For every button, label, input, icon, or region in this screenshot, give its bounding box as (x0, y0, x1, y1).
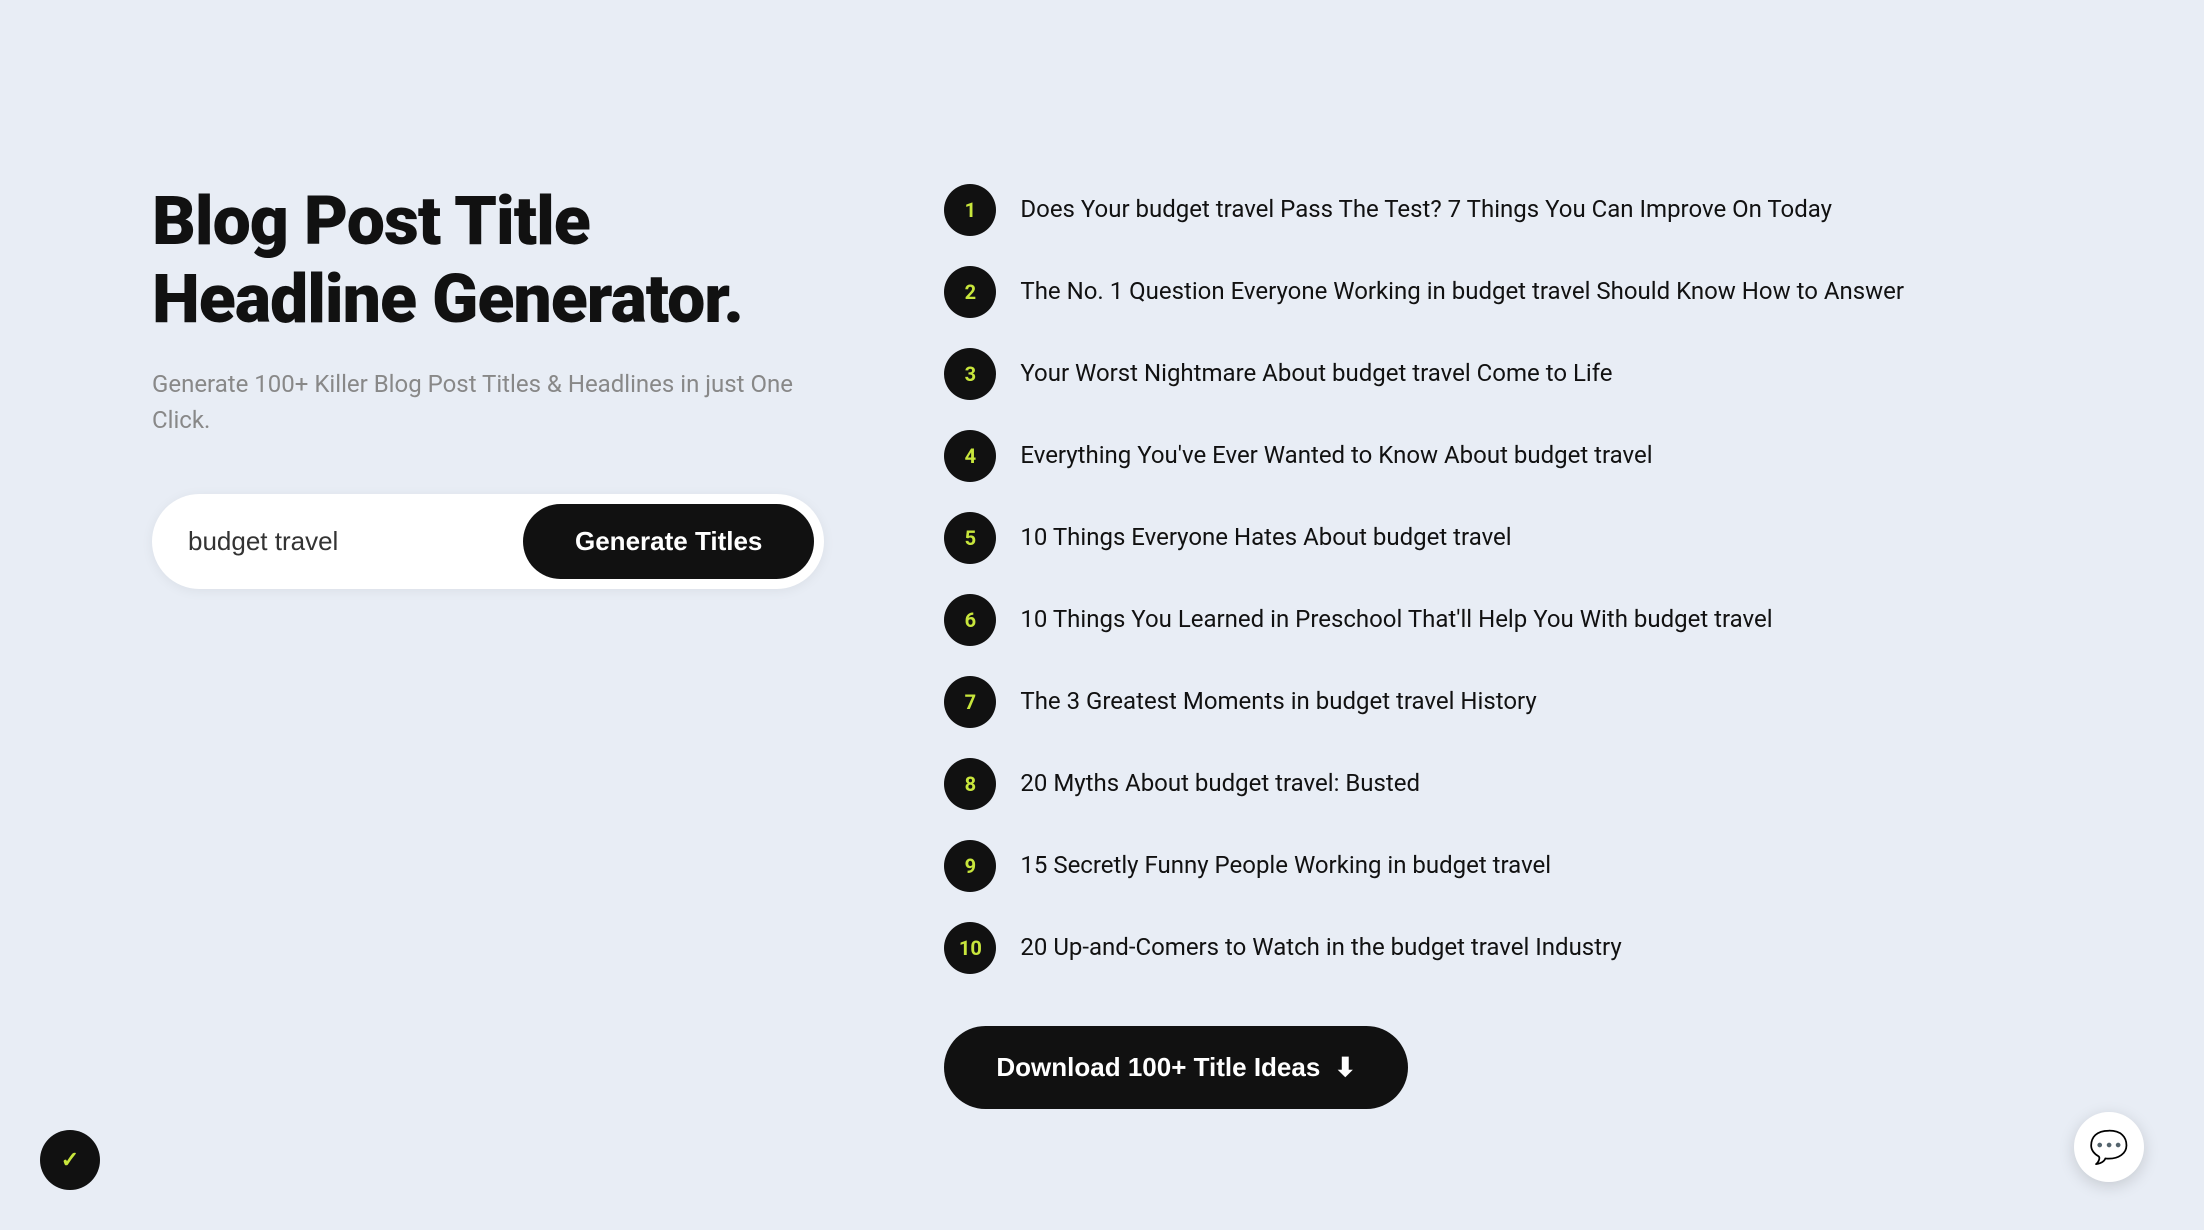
title-text: Your Worst Nightmare About budget travel… (1020, 346, 1612, 391)
download-button-label: Download 100+ Title Ideas (996, 1052, 1320, 1083)
download-icon: ⬇ (1334, 1052, 1356, 1083)
badge-icon: ✓ (61, 1148, 79, 1173)
number-badge: 3 (944, 348, 996, 400)
chat-button[interactable]: 💬 (2074, 1112, 2144, 1182)
title-item: 7 The 3 Greatest Moments in budget travel… (944, 674, 2052, 728)
bottom-left-badge: ✓ (40, 1130, 100, 1190)
title-text: Does Your budget travel Pass The Test? 7… (1020, 182, 1832, 227)
title-item: 10 20 Up-and-Comers to Watch in the budge… (944, 920, 2052, 974)
keyword-input[interactable] (188, 518, 523, 565)
chat-icon: 💬 (2089, 1128, 2129, 1166)
title-item: 4 Everything You've Ever Wanted to Know A… (944, 428, 2052, 482)
generate-button[interactable]: Generate Titles (523, 504, 814, 579)
title-item: 1 Does Your budget travel Pass The Test? … (944, 182, 2052, 236)
title-text: 10 Things Everyone Hates About budget tr… (1020, 510, 1511, 555)
title-item: 3 Your Worst Nightmare About budget trave… (944, 346, 2052, 400)
number-badge: 7 (944, 676, 996, 728)
title-text: The No. 1 Question Everyone Working in b… (1020, 264, 1904, 309)
number-badge: 6 (944, 594, 996, 646)
page-container: Blog Post Title Headline Generator. Gene… (0, 0, 2204, 1230)
titles-list: 1 Does Your budget travel Pass The Test? … (944, 182, 2052, 974)
number-badge: 10 (944, 922, 996, 974)
title-text: The 3 Greatest Moments in budget travel … (1020, 674, 1536, 719)
title-text: Everything You've Ever Wanted to Know Ab… (1020, 428, 1652, 473)
app-subtitle: Generate 100+ Killer Blog Post Titles & … (152, 366, 824, 438)
title-text: 20 Myths About budget travel: Busted (1020, 756, 1420, 801)
download-button[interactable]: Download 100+ Title Ideas ⬇ (944, 1026, 1408, 1109)
app-title: Blog Post Title Headline Generator. (152, 182, 824, 338)
right-panel: 1 Does Your budget travel Pass The Test? … (944, 122, 2052, 1109)
number-badge: 1 (944, 184, 996, 236)
input-row: Generate Titles (152, 494, 824, 589)
number-badge: 8 (944, 758, 996, 810)
title-item: 5 10 Things Everyone Hates About budget t… (944, 510, 2052, 564)
title-text: 10 Things You Learned in Preschool That'… (1020, 592, 1772, 637)
number-badge: 4 (944, 430, 996, 482)
left-panel: Blog Post Title Headline Generator. Gene… (152, 122, 824, 589)
title-text: 15 Secretly Funny People Working in budg… (1020, 838, 1551, 883)
title-item: 8 20 Myths About budget travel: Busted (944, 756, 2052, 810)
number-badge: 9 (944, 840, 996, 892)
main-layout: Blog Post Title Headline Generator. Gene… (152, 122, 2052, 1109)
title-item: 2 The No. 1 Question Everyone Working in … (944, 264, 2052, 318)
number-badge: 5 (944, 512, 996, 564)
title-text: 20 Up-and-Comers to Watch in the budget … (1020, 920, 1621, 965)
title-item: 9 15 Secretly Funny People Working in bud… (944, 838, 2052, 892)
number-badge: 2 (944, 266, 996, 318)
title-item: 6 10 Things You Learned in Preschool That… (944, 592, 2052, 646)
